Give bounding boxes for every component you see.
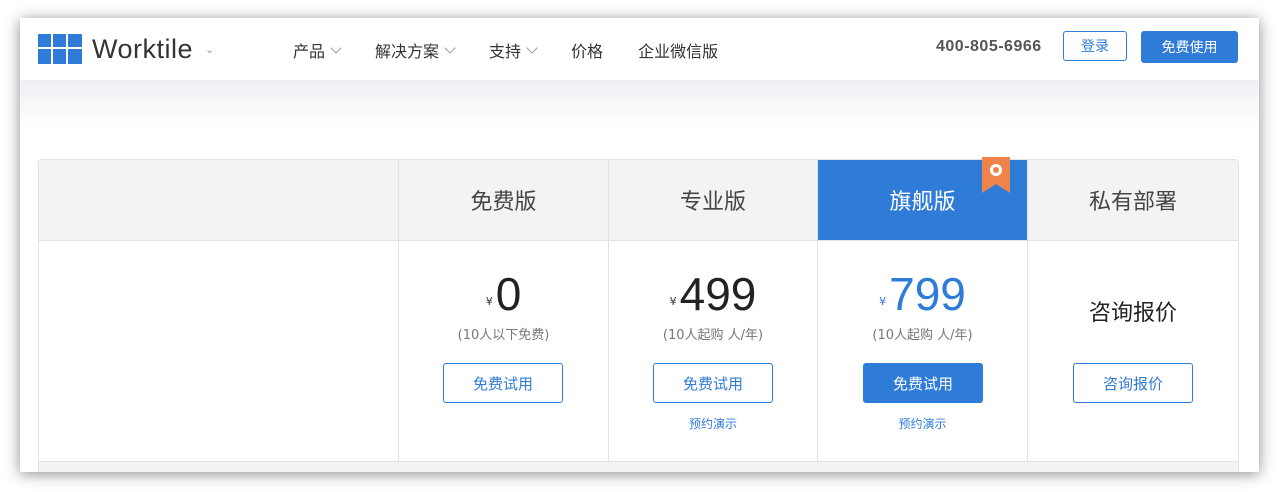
worktile-logo-icon <box>38 34 82 64</box>
nav-item-label: 产品 <box>293 42 326 61</box>
chevron-down-icon <box>526 41 538 54</box>
browser-viewport: Worktile ⌄ 产品 解决方案 支持 价格 企业微信版 400-805-6… <box>20 18 1259 472</box>
price-value: 0 <box>495 268 522 320</box>
price-note: (10人以下免费) <box>457 328 550 343</box>
plan-header-private: 私有部署 <box>1027 160 1238 240</box>
contact-phone: 400-805-6966 <box>936 38 1042 55</box>
request-quote-button[interactable]: 咨询报价 <box>1073 363 1193 403</box>
free-trial-button[interactable]: 免费试用 <box>653 363 773 403</box>
free-trial-button[interactable]: 免费试用 <box>863 363 983 403</box>
currency-symbol: ¥ <box>879 295 887 308</box>
free-use-button[interactable]: 免费使用 <box>1141 31 1238 63</box>
nav-item-solutions[interactable]: 解决方案 <box>375 38 456 62</box>
nav-item-label: 解决方案 <box>375 42 440 61</box>
plan-header-pro: 专业版 <box>608 160 817 240</box>
book-demo-link[interactable]: 预约演示 <box>609 415 817 432</box>
pricing-table: 免费版 专业版 旗舰版 私有部署 ¥ 0 (10人以下免费) 免费试用 ¥ 49… <box>38 157 1239 472</box>
nav-item-label: 支持 <box>489 42 522 61</box>
book-demo-link[interactable]: 预约演示 <box>818 415 1027 432</box>
plan-header-free: 免费版 <box>398 160 608 240</box>
plan-column-flagship: ¥ 799 (10人起购 人/年) 免费试用 预约演示 <box>817 241 1027 461</box>
pricing-header-row: 免费版 专业版 旗舰版 私有部署 <box>39 160 1238 241</box>
plan-name: 免费版 <box>470 190 537 215</box>
main-nav: 产品 解决方案 支持 价格 企业微信版 <box>293 38 753 62</box>
quote-text: 咨询报价 <box>1088 301 1177 326</box>
top-navbar: Worktile ⌄ 产品 解决方案 支持 价格 企业微信版 400-805-6… <box>20 18 1259 80</box>
plan-price: ¥ 799 <box>818 269 1027 319</box>
price-note: (10人起购 人/年) <box>872 328 973 343</box>
brand-logo[interactable]: Worktile ⌄ <box>38 32 214 66</box>
chevron-down-icon <box>444 41 456 54</box>
chevron-down-icon <box>330 41 342 54</box>
currency-symbol: ¥ <box>669 295 677 308</box>
price-value: 499 <box>679 268 757 320</box>
nav-item-label: 价格 <box>571 42 604 61</box>
price-note: (10人起购 人/年) <box>662 328 764 343</box>
plan-name: 旗舰版 <box>889 190 956 215</box>
plan-name: 专业版 <box>679 190 746 215</box>
brand-name: Worktile <box>92 33 194 64</box>
chevron-down-icon[interactable]: ⌄ <box>205 43 214 56</box>
plan-name: 私有部署 <box>1088 190 1177 215</box>
pricing-feature-row <box>39 461 1238 472</box>
price-value: 799 <box>889 268 966 320</box>
free-trial-button[interactable]: 免费试用 <box>443 363 563 403</box>
plan-column-private: 咨询报价 咨询报价 <box>1027 241 1238 461</box>
login-button[interactable]: 登录 <box>1063 31 1127 61</box>
plan-column-pro: ¥ 499 (10人起购 人/年) 免费试用 预约演示 <box>608 241 817 461</box>
plan-column-free: ¥ 0 (10人以下免费) 免费试用 <box>398 241 608 461</box>
plan-price: ¥ 0 <box>399 269 608 319</box>
nav-item-pricing[interactable]: 价格 <box>571 38 603 62</box>
currency-symbol: ¥ <box>485 295 493 308</box>
nav-item-support[interactable]: 支持 <box>489 38 538 62</box>
plan-price: ¥ 499 <box>609 269 817 319</box>
header-shadow <box>20 80 1259 128</box>
nav-item-label: 企业微信版 <box>638 42 719 61</box>
nav-item-products[interactable]: 产品 <box>293 38 342 62</box>
nav-item-wechat-edition[interactable]: 企业微信版 <box>638 38 718 62</box>
recommended-ribbon-icon <box>982 157 1010 193</box>
